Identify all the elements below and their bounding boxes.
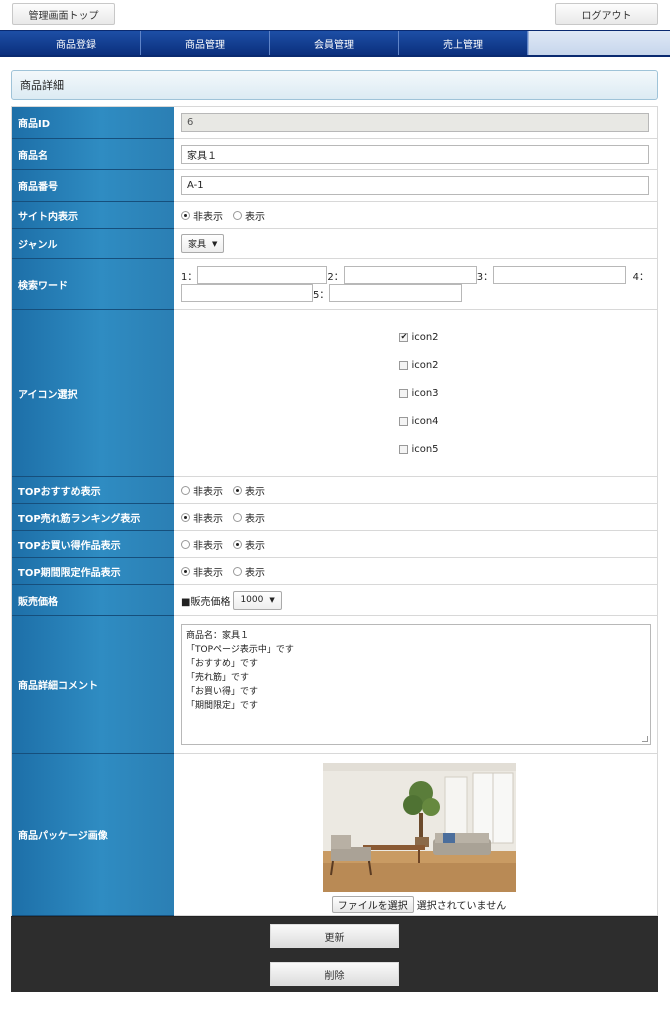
- row-product-id: 商品ID 6: [12, 107, 657, 139]
- update-button[interactable]: 更新: [270, 924, 399, 948]
- living-room-photo: [322, 762, 516, 892]
- top-recommend-show-radio[interactable]: 表示: [233, 483, 265, 498]
- icon-checkbox-5[interactable]: icon5: [399, 435, 439, 463]
- price-prefix: ■販売価格: [181, 596, 231, 608]
- label-comment: 商品詳細コメント: [12, 616, 174, 754]
- keyword-5-input[interactable]: [329, 284, 463, 302]
- row-icons: アイコン選択 ✔ icon2 icon2 icon3 icon4 icon5: [12, 310, 657, 477]
- row-top-bargain: TOPお買い得作品表示 非表示 表示: [12, 531, 657, 558]
- site-display-show-radio[interactable]: 表示: [233, 208, 265, 223]
- nav-spacer: [528, 31, 670, 55]
- logout-button[interactable]: ログアウト: [555, 3, 658, 25]
- label-package-image: 商品パッケージ画像: [12, 754, 174, 916]
- label-product-number: 商品番号: [12, 170, 174, 202]
- action-footer: 更新 削除: [11, 916, 658, 992]
- choose-file-button[interactable]: ファイルを選択: [331, 895, 414, 913]
- product-name-input[interactable]: 家具１: [181, 144, 649, 164]
- icon-checkbox-1[interactable]: ✔ icon2: [399, 323, 439, 351]
- nav-item-product-manage[interactable]: 商品管理: [141, 31, 270, 55]
- delete-button[interactable]: 削除: [270, 962, 399, 986]
- admin-top-button[interactable]: 管理画面トップ: [12, 3, 115, 25]
- chevron-down-icon: ▼: [212, 239, 218, 248]
- label-top-ranking: TOP売れ筋ランキング表示: [12, 504, 174, 531]
- row-site-display: サイト内表示 非表示 表示: [12, 202, 657, 229]
- top-ranking-hide-radio[interactable]: 非表示: [181, 510, 223, 525]
- label-price: 販売価格: [12, 585, 174, 616]
- row-top-ranking: TOP売れ筋ランキング表示 非表示 表示: [12, 504, 657, 531]
- product-detail-form: 商品ID 6 商品名 家具１ 商品番号 A-1 サイト内表示 非表示 表示 ジャ…: [11, 106, 658, 916]
- label-keywords: 検索ワード: [12, 259, 174, 310]
- row-genre: ジャンル 家具 ▼: [12, 229, 657, 259]
- file-status-text: 選択されていません: [416, 900, 507, 912]
- row-product-name: 商品名 家具１: [12, 139, 657, 170]
- top-limited-hide-radio[interactable]: 非表示: [181, 564, 223, 579]
- product-number-input[interactable]: A-1: [181, 176, 649, 195]
- top-recommend-hide-radio[interactable]: 非表示: [181, 483, 223, 498]
- row-comment: 商品詳細コメント 商品名：家具１ 「TOPページ表示中」です 「おすすめ」です …: [12, 616, 657, 754]
- nav-item-sales-manage[interactable]: 売上管理: [399, 31, 528, 55]
- icon-checkbox-3[interactable]: icon3: [399, 379, 439, 407]
- row-price: 販売価格 ■販売価格 1000 ▼: [12, 585, 657, 616]
- label-top-recommend: TOPおすすめ表示: [12, 477, 174, 504]
- product-id-field: 6: [181, 113, 649, 132]
- section-title: 商品詳細: [11, 70, 658, 100]
- chevron-down-icon: ▼: [269, 596, 275, 604]
- nav-item-product-register[interactable]: 商品登録: [12, 31, 141, 55]
- row-keywords: 検索ワード 1： 2： 3： 4： 5：: [12, 259, 657, 310]
- label-site-display: サイト内表示: [12, 202, 174, 229]
- top-bar: 管理画面トップ ログアウト: [0, 0, 670, 28]
- row-product-number: 商品番号 A-1: [12, 170, 657, 202]
- icon-checkbox-2[interactable]: icon2: [399, 351, 439, 379]
- site-display-hide-radio[interactable]: 非表示: [181, 208, 223, 223]
- top-bargain-show-radio[interactable]: 表示: [233, 537, 265, 552]
- row-top-recommend: TOPおすすめ表示 非表示 表示: [12, 477, 657, 504]
- label-icons: アイコン選択: [12, 310, 174, 477]
- row-top-limited: TOP期間限定作品表示 非表示 表示: [12, 558, 657, 585]
- label-top-limited: TOP期間限定作品表示: [12, 558, 174, 585]
- top-bargain-hide-radio[interactable]: 非表示: [181, 537, 223, 552]
- resize-grip-icon[interactable]: [642, 736, 648, 742]
- price-select[interactable]: 1000 ▼: [233, 590, 282, 610]
- label-genre: ジャンル: [12, 229, 174, 259]
- genre-select[interactable]: 家具 ▼: [181, 234, 225, 253]
- main-nav: 商品登録 商品管理 会員管理 売上管理: [0, 30, 670, 57]
- comment-textarea[interactable]: 商品名：家具１ 「TOPページ表示中」です 「おすすめ」です 「売れ筋」です 「…: [181, 624, 651, 745]
- product-package-image: [322, 762, 516, 892]
- keyword-4-input[interactable]: [181, 284, 313, 302]
- row-package-image: 商品パッケージ画像 ファイルを選択 選択されていません: [12, 754, 657, 916]
- nav-item-member-manage[interactable]: 会員管理: [270, 31, 399, 55]
- label-product-id: 商品ID: [12, 107, 174, 139]
- label-top-bargain: TOPお買い得作品表示: [12, 531, 174, 558]
- icon-checkbox-4[interactable]: icon4: [399, 407, 439, 435]
- top-limited-show-radio[interactable]: 表示: [233, 564, 265, 579]
- top-ranking-show-radio[interactable]: 表示: [233, 510, 265, 525]
- label-product-name: 商品名: [12, 139, 174, 170]
